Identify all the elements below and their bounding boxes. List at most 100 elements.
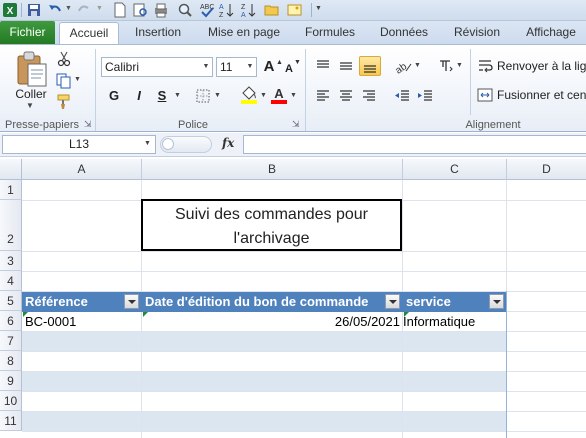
underline-dropdown-icon[interactable]: ▼ bbox=[174, 92, 181, 99]
name-box-dropdown-icon[interactable]: ▼ bbox=[144, 140, 151, 147]
increase-indent-icon[interactable] bbox=[416, 87, 434, 105]
row-header-6[interactable]: 6 bbox=[0, 311, 22, 331]
font-name-box[interactable]: Calibri ▼ bbox=[101, 57, 213, 77]
alignment-group-label: Alignement bbox=[465, 119, 521, 131]
row-header-8[interactable]: 8 bbox=[0, 351, 22, 371]
save-icon[interactable] bbox=[26, 2, 42, 18]
sheet-title-box[interactable]: Suivi des commandes pour l'archivage bbox=[141, 199, 402, 251]
borders-icon[interactable] bbox=[195, 88, 211, 104]
sort-ascending-icon[interactable]: AZ bbox=[219, 2, 235, 18]
copy-icon[interactable] bbox=[56, 73, 72, 89]
tab-formulas[interactable]: Formules bbox=[297, 21, 363, 44]
insert-image-icon[interactable] bbox=[287, 2, 303, 18]
format-painter-icon[interactable] bbox=[56, 94, 72, 110]
fill-color-dropdown-icon[interactable]: ▼ bbox=[260, 92, 267, 99]
cell-a6[interactable]: BC-0001 bbox=[22, 312, 142, 332]
print-icon[interactable] bbox=[153, 2, 169, 18]
text-direction-icon[interactable] bbox=[436, 57, 454, 75]
table-header-date-label: Date d'édition du bon de commande bbox=[145, 294, 369, 309]
worksheet-grid: A B C D 1 2 3 4 5 6 7 8 9 10 11 Suivi de… bbox=[0, 159, 586, 438]
spelling-icon[interactable]: ABC bbox=[199, 2, 215, 18]
tab-view[interactable]: Affichage bbox=[516, 21, 586, 44]
row-header-7[interactable]: 7 bbox=[0, 331, 22, 351]
wrap-text-button[interactable]: Renvoyer à la ligne bbox=[497, 57, 586, 75]
new-document-icon[interactable] bbox=[112, 2, 128, 18]
row-header-3[interactable]: 3 bbox=[0, 251, 22, 271]
sort-descending-icon[interactable]: ZA bbox=[241, 2, 257, 18]
zoom-preview-icon[interactable] bbox=[177, 2, 193, 18]
tab-page-layout[interactable]: Mise en page bbox=[198, 21, 290, 44]
orientation-dropdown-icon[interactable]: ▼ bbox=[414, 62, 421, 69]
merge-center-icon[interactable] bbox=[477, 87, 493, 103]
row-header-1[interactable]: 1 bbox=[0, 180, 22, 200]
tab-insert[interactable]: Insertion bbox=[124, 21, 192, 44]
band-row-8 bbox=[22, 371, 506, 391]
select-all-corner[interactable] bbox=[0, 159, 22, 180]
font-size-dropdown-icon[interactable]: ▼ bbox=[245, 59, 255, 75]
tab-data[interactable]: Données bbox=[371, 21, 437, 44]
undo-dropdown-icon[interactable]: ▼ bbox=[65, 5, 72, 12]
row-header-2[interactable]: 2 bbox=[0, 200, 22, 251]
align-center-icon[interactable] bbox=[337, 87, 355, 105]
font-color-icon[interactable]: A bbox=[270, 85, 288, 105]
svg-text:Z: Z bbox=[241, 4, 246, 11]
bold-button[interactable]: G bbox=[106, 87, 122, 105]
formula-bar-handle-icon[interactable] bbox=[162, 138, 174, 150]
row-header-9[interactable]: 9 bbox=[0, 371, 22, 391]
clipboard-dialog-launcher-icon[interactable]: ⇲ bbox=[84, 119, 92, 130]
align-top-icon[interactable] bbox=[314, 57, 332, 75]
cut-icon[interactable] bbox=[56, 51, 72, 67]
fill-color-icon[interactable] bbox=[240, 85, 258, 105]
font-name-dropdown-icon[interactable]: ▼ bbox=[201, 59, 211, 75]
table-header-reference-label: Référence bbox=[25, 294, 88, 309]
italic-button[interactable]: I bbox=[131, 87, 147, 105]
name-box[interactable]: L13 bbox=[2, 135, 156, 154]
customize-toolbar-icon[interactable]: ▼ bbox=[315, 5, 322, 12]
undo-icon[interactable] bbox=[47, 2, 63, 18]
svg-text:ab: ab bbox=[394, 61, 410, 75]
column-header-c[interactable]: C bbox=[403, 159, 507, 180]
column-header-d[interactable]: D bbox=[507, 159, 586, 180]
redo-dropdown-icon[interactable]: ▼ bbox=[96, 5, 103, 12]
formula-input[interactable] bbox=[243, 135, 586, 154]
insert-function-button[interactable]: fx bbox=[222, 136, 234, 150]
grow-font-button[interactable]: A bbox=[261, 58, 277, 76]
filter-button-reference[interactable] bbox=[124, 294, 139, 309]
print-preview-icon[interactable] bbox=[132, 2, 148, 18]
redo-icon[interactable] bbox=[76, 2, 92, 18]
wrap-text-icon[interactable] bbox=[477, 58, 493, 74]
row-header-4[interactable]: 4 bbox=[0, 271, 22, 291]
column-header-b[interactable]: B bbox=[142, 159, 403, 180]
cell-b6[interactable]: 26/05/2021 bbox=[142, 312, 403, 332]
row-header-10[interactable]: 10 bbox=[0, 391, 22, 411]
font-color-dropdown-icon[interactable]: ▼ bbox=[290, 92, 297, 99]
borders-dropdown-icon[interactable]: ▼ bbox=[214, 92, 221, 99]
align-bottom-button[interactable] bbox=[359, 56, 381, 76]
merge-center-button[interactable]: Fusionner et centrer bbox=[497, 86, 586, 104]
paste-icon[interactable] bbox=[14, 50, 50, 88]
font-size-box[interactable]: 11 ▼ bbox=[216, 57, 257, 77]
font-dialog-launcher-icon[interactable]: ⇲ bbox=[292, 119, 300, 130]
copy-dropdown-icon[interactable]: ▼ bbox=[74, 76, 81, 83]
column-header-a[interactable]: A bbox=[22, 159, 142, 180]
filter-button-date[interactable] bbox=[385, 294, 400, 309]
orientation-icon[interactable]: ab bbox=[392, 57, 414, 75]
underline-button[interactable]: S bbox=[154, 87, 170, 105]
filter-button-service[interactable] bbox=[489, 294, 504, 309]
cell-c6[interactable]: Informatique bbox=[400, 312, 507, 332]
row-header-11[interactable]: 11 bbox=[0, 411, 22, 431]
tab-home[interactable]: Accueil bbox=[59, 22, 119, 45]
open-folder-icon[interactable] bbox=[264, 2, 280, 18]
table-header-date[interactable]: Date d'édition du bon de commande bbox=[142, 292, 403, 312]
paste-dropdown-icon[interactable]: ▼ bbox=[26, 101, 34, 110]
align-right-icon[interactable] bbox=[360, 87, 378, 105]
align-middle-icon[interactable] bbox=[337, 57, 355, 75]
row-header-5[interactable]: 5 bbox=[0, 291, 22, 311]
align-left-icon[interactable] bbox=[314, 87, 332, 105]
text-direction-dropdown-icon[interactable]: ▼ bbox=[456, 62, 463, 69]
tab-file[interactable]: Fichier bbox=[0, 21, 55, 44]
excel-logo-icon: X bbox=[3, 3, 17, 17]
band-row-6 bbox=[22, 331, 506, 351]
decrease-indent-icon[interactable] bbox=[393, 87, 411, 105]
tab-review[interactable]: Révision bbox=[444, 21, 510, 44]
